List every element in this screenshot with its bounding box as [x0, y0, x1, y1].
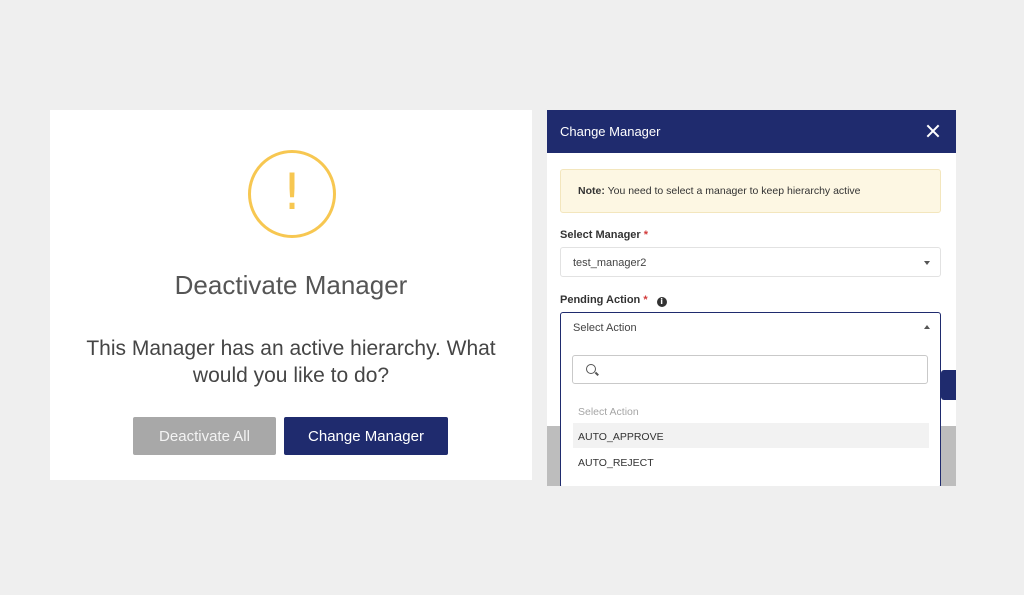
partially-hidden-button[interactable] [941, 370, 956, 400]
chevron-up-icon [924, 325, 930, 329]
option-select-action: Select Action [578, 406, 639, 418]
deactivate-manager-dialog: ! Deactivate Manager This Manager has an… [50, 110, 532, 480]
select-manager-label-text: Select Manager [560, 229, 641, 241]
modal-title: Change Manager [560, 124, 661, 139]
pending-action-dropdown[interactable]: Select Action Select Action AUTO_APPROVE… [560, 312, 941, 486]
select-manager-label: Select Manager * [560, 229, 648, 241]
dropdown-search-input[interactable] [572, 355, 928, 384]
change-manager-modal: Change Manager Note: You need to select … [547, 110, 956, 486]
required-mark: * [643, 294, 648, 306]
change-manager-button[interactable]: Change Manager [284, 417, 448, 455]
warning-icon: ! [248, 150, 336, 238]
pending-action-label: Pending Action * i [560, 294, 667, 307]
pending-action-value: Select Action [573, 322, 637, 334]
search-icon [586, 364, 596, 374]
deactivate-all-button[interactable]: Deactivate All [133, 417, 276, 455]
info-icon[interactable]: i [656, 297, 667, 307]
select-manager-value: test_manager2 [573, 257, 647, 269]
chevron-down-icon [924, 261, 930, 265]
select-manager-dropdown[interactable]: test_manager2 [560, 247, 941, 277]
note-banner: Note: You need to select a manager to ke… [560, 169, 941, 213]
pending-action-label-text: Pending Action [560, 294, 641, 306]
dialog-title: Deactivate Manager [174, 270, 408, 300]
modal-header: Change Manager [547, 110, 956, 153]
close-icon[interactable] [924, 122, 942, 140]
option-auto-reject[interactable]: AUTO_REJECT [573, 449, 929, 474]
note-text: You need to select a manager to keep hie… [607, 185, 861, 197]
dialog-message: This Manager has an active hierarchy. Wh… [86, 337, 496, 387]
option-auto-approve[interactable]: AUTO_APPROVE [573, 423, 929, 448]
note-prefix: Note: [578, 185, 605, 197]
required-mark: * [643, 229, 649, 241]
